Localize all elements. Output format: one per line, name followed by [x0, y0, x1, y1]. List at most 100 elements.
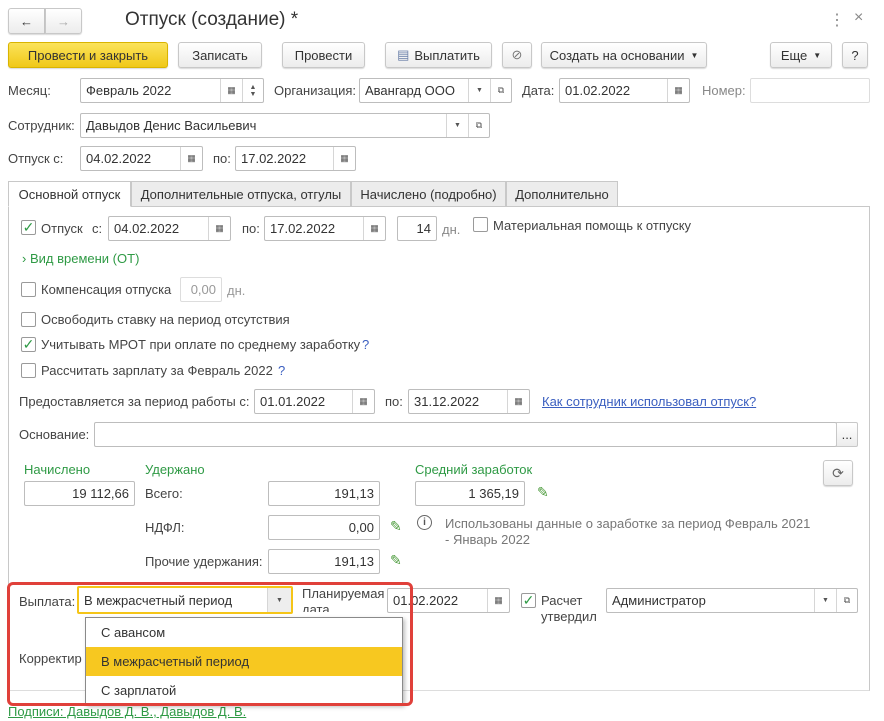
- avg-earnings-label: Средний заработок: [415, 462, 533, 477]
- close-icon[interactable]: ×: [854, 9, 863, 27]
- create-based-button[interactable]: Создать на основании ▼: [541, 42, 707, 68]
- number-label: Номер:: [702, 83, 746, 98]
- basis-select-button[interactable]: ...: [836, 422, 858, 447]
- chevron-right-icon: ›: [22, 251, 27, 266]
- forward-button[interactable]: →: [45, 8, 82, 34]
- calendar-icon[interactable]: ▦: [220, 79, 242, 102]
- period-to-field[interactable]: 31.12.2022 ▦: [408, 389, 530, 414]
- employee-field[interactable]: Давыдов Денис Васильевич ▼ ⧉: [80, 113, 490, 138]
- from-field[interactable]: 04.02.2022 ▦: [108, 216, 231, 241]
- accrued-field[interactable]: 19 112,66: [24, 481, 135, 506]
- vacation-usage-link[interactable]: Как сотрудник использовал отпуск?: [542, 394, 756, 409]
- approved-by-field[interactable]: Администратор ▼ ⧉: [606, 588, 858, 613]
- post-button[interactable]: Провести: [282, 42, 365, 68]
- calendar-icon[interactable]: ▦: [487, 589, 509, 612]
- accrued-label: Начислено: [24, 462, 91, 477]
- calc-help-link[interactable]: ?: [278, 363, 285, 378]
- to-field[interactable]: 17.02.2022 ▦: [264, 216, 386, 241]
- highlight-frame: [7, 582, 413, 706]
- time-type-toggle[interactable]: › Вид времени (ОТ): [22, 251, 139, 266]
- pencil-icon[interactable]: ✎: [390, 552, 402, 569]
- mrot-help-link[interactable]: ?: [362, 337, 369, 352]
- org-field[interactable]: Авангард ООО ▼ ⧉: [359, 78, 512, 103]
- info-text-line2: - Январь 2022: [445, 532, 531, 547]
- period-label: Предоставляется за период работы с:: [19, 394, 250, 409]
- month-field[interactable]: Февраль 2022 ▦ ▲ ▼: [80, 78, 264, 103]
- date-label: Дата:: [522, 83, 555, 98]
- calendar-icon[interactable]: ▦: [208, 217, 230, 240]
- back-button[interactable]: ←: [8, 8, 45, 34]
- pencil-icon[interactable]: ✎: [390, 518, 402, 535]
- tab-accrued-details[interactable]: Начислено (подробно): [351, 181, 506, 207]
- calendar-icon[interactable]: ▦: [180, 147, 202, 170]
- calendar-icon[interactable]: ▦: [507, 390, 529, 413]
- basis-label: Основание:: [19, 427, 90, 442]
- org-label: Организация:: [274, 83, 357, 98]
- ndfl-field[interactable]: 0,00: [268, 515, 380, 540]
- info-icon: i: [417, 515, 432, 530]
- chevron-down-icon: ▼: [813, 50, 822, 60]
- calendar-icon[interactable]: ▦: [333, 147, 355, 170]
- approved-label-2: утвердил: [541, 609, 597, 624]
- tab-additional-vacations[interactable]: Дополнительные отпуска, отгулы: [131, 181, 351, 207]
- mrot-checkbox[interactable]: ✓: [21, 337, 36, 352]
- other-withholdings-field[interactable]: 191,13: [268, 549, 380, 574]
- days-field[interactable]: 14: [397, 216, 437, 241]
- material-help-label: Материальная помощь к отпуску: [493, 218, 692, 233]
- refresh-button[interactable]: ⟳: [823, 460, 853, 486]
- vacation-from-label: Отпуск с:: [8, 151, 64, 166]
- pay-button[interactable]: ▤ Выплатить: [385, 42, 492, 68]
- avg-earnings-field[interactable]: 1 365,19: [415, 481, 525, 506]
- arrow-left-icon: ←: [20, 13, 33, 29]
- tab-additional[interactable]: Дополнительно: [506, 181, 618, 207]
- chevron-down-icon[interactable]: ▼: [468, 79, 490, 102]
- open-icon[interactable]: ⧉: [468, 114, 489, 137]
- help-button[interactable]: ?: [842, 42, 868, 68]
- from-label: с:: [92, 221, 103, 236]
- calendar-icon[interactable]: ▦: [667, 79, 689, 102]
- chevron-down-icon[interactable]: ▼: [814, 589, 836, 612]
- number-field[interactable]: [750, 78, 870, 103]
- post-and-close-button[interactable]: Провести и закрыть: [8, 42, 168, 68]
- compensation-unit: дн.: [227, 283, 246, 298]
- info-text-line1: Использованы данные о заработке за перио…: [445, 516, 811, 531]
- compensation-days-field[interactable]: 0,00: [180, 277, 222, 302]
- open-icon[interactable]: ⧉: [490, 79, 511, 102]
- compensation-checkbox[interactable]: [21, 282, 36, 297]
- spinner[interactable]: ▲ ▼: [242, 79, 263, 102]
- other-withholdings-label: Прочие удержания:: [145, 554, 263, 569]
- total-label: Всего:: [145, 486, 183, 501]
- approved-checkbox[interactable]: ✓: [521, 593, 536, 608]
- mrot-label: Учитывать МРОТ при оплате по среднему за…: [41, 337, 361, 352]
- vacation-from-field[interactable]: 04.02.2022 ▦: [80, 146, 203, 171]
- month-label: Месяц:: [8, 83, 51, 98]
- period-from-field[interactable]: 01.01.2022 ▦: [254, 389, 375, 414]
- calendar-icon[interactable]: ▦: [363, 217, 385, 240]
- tab-main-vacation[interactable]: Основной отпуск: [8, 181, 131, 207]
- free-rate-label: Освободить ставку на период отсутствия: [41, 312, 290, 327]
- material-help-checkbox[interactable]: [473, 217, 488, 232]
- vacation-checkbox[interactable]: ✓: [21, 220, 36, 235]
- calc-salary-label: Рассчитать зарплату за Февраль 2022: [41, 363, 273, 378]
- signatures-link[interactable]: Подписи: Давыдов Д. В., Давыдов Д. В.: [8, 704, 246, 719]
- total-field[interactable]: 191,13: [268, 481, 380, 506]
- vacation-to-field[interactable]: 17.02.2022 ▦: [235, 146, 356, 171]
- basis-field[interactable]: [94, 422, 837, 447]
- refresh-icon: ⟳: [832, 464, 844, 481]
- chevron-down-icon[interactable]: ▼: [446, 114, 468, 137]
- pencil-icon[interactable]: ✎: [537, 484, 549, 501]
- document-coins-icon: ▤: [397, 47, 410, 62]
- approved-label-1: Расчет: [541, 593, 583, 608]
- days-unit: дн.: [442, 222, 461, 237]
- open-icon[interactable]: ⧉: [836, 589, 857, 612]
- date-field[interactable]: 01.02.2022 ▦: [559, 78, 690, 103]
- page-title: Отпуск (создание) *: [125, 9, 299, 30]
- calc-salary-checkbox[interactable]: [21, 363, 36, 378]
- more-button[interactable]: Еще ▼: [770, 42, 832, 68]
- save-button[interactable]: Записать: [178, 42, 262, 68]
- more-vert-icon[interactable]: ⋮: [829, 10, 845, 30]
- vacation-to-label: по:: [213, 151, 231, 166]
- calendar-icon[interactable]: ▦: [352, 390, 374, 413]
- attach-button[interactable]: ⊘: [502, 42, 532, 68]
- free-rate-checkbox[interactable]: [21, 312, 36, 327]
